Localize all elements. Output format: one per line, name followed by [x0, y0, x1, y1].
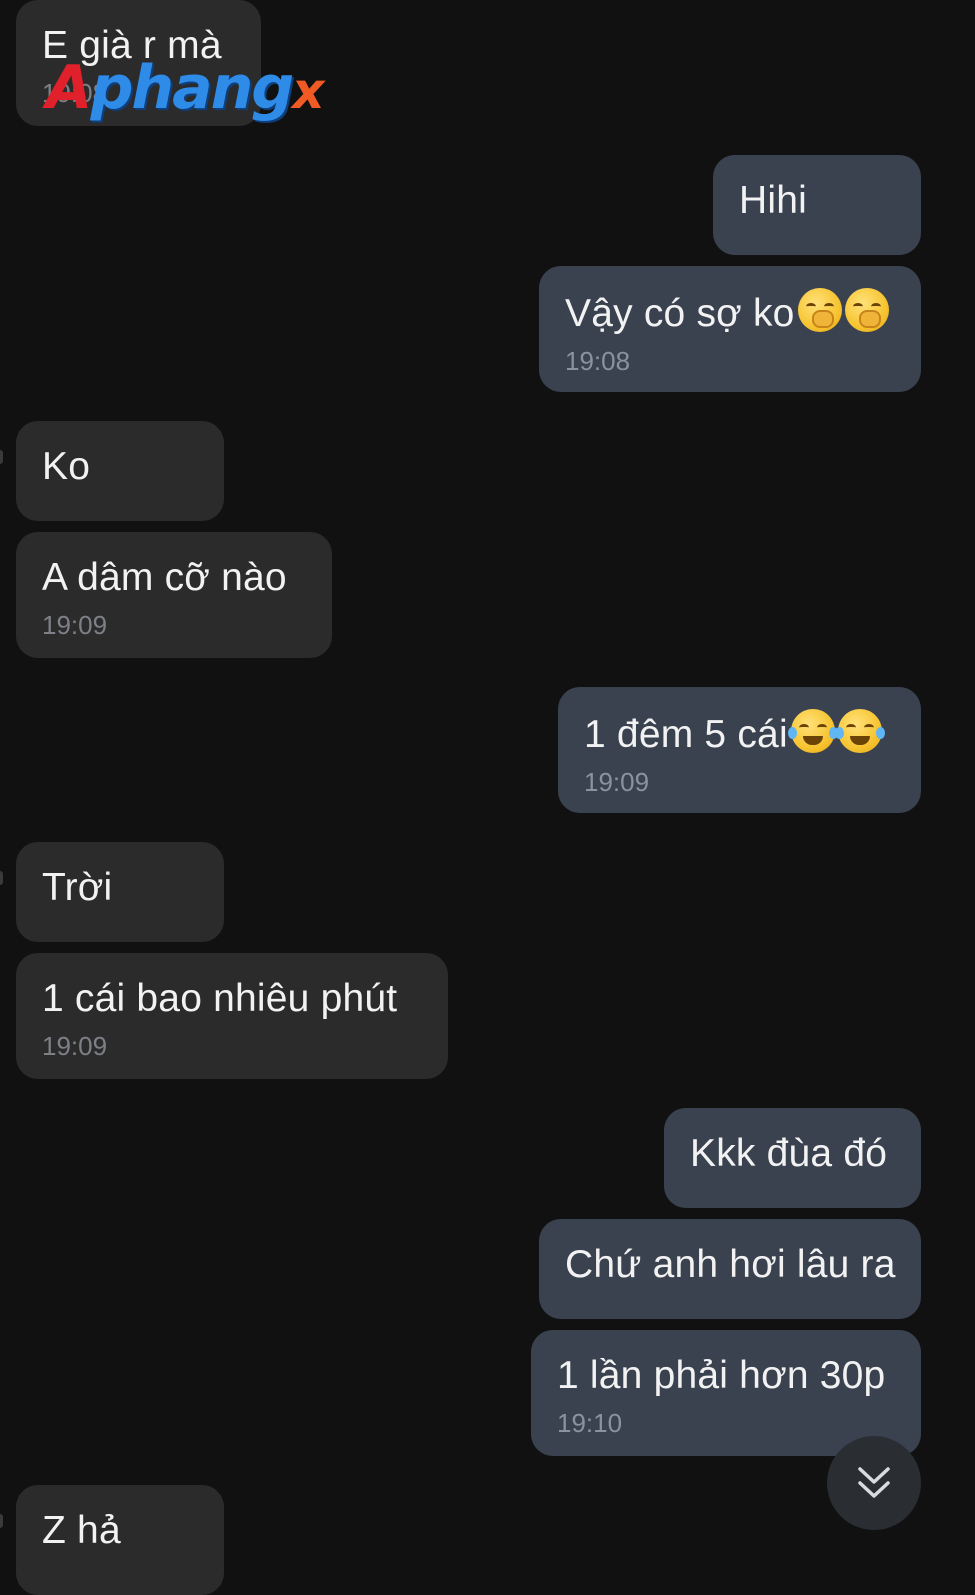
- message-text: Ko: [42, 445, 91, 488]
- message-text: A dâm cỡ nào: [42, 556, 287, 599]
- avatar-edge: [0, 1514, 3, 1528]
- message-text: Z hả: [42, 1509, 121, 1552]
- message-time: 19:09: [42, 610, 108, 640]
- double-chevron-down-icon: [858, 1467, 890, 1498]
- message-bubble-incoming[interactable]: 1 cái bao nhiêu phút 19:09: [16, 953, 448, 1079]
- message-bubble-outgoing[interactable]: Vậy có sợ ko 19:08: [539, 266, 921, 392]
- message-bubble-outgoing[interactable]: Chứ anh hơi lâu ra: [539, 1219, 921, 1319]
- rolling-on-the-floor-laughing-icon: [834, 709, 885, 753]
- watermark-logo: Aphangx: [46, 53, 325, 123]
- watermark-part: phang: [90, 53, 294, 123]
- watermark-part: x: [292, 62, 324, 120]
- rolling-on-the-floor-laughing-icon: [787, 709, 838, 753]
- message-text: 1 lần phải hơn 30p: [557, 1354, 886, 1397]
- watermark-part: A: [46, 53, 92, 123]
- message-time: 19:08: [565, 346, 631, 376]
- message-time: 19:09: [42, 1031, 108, 1061]
- message-bubble-incoming[interactable]: Ko: [16, 421, 224, 521]
- avatar-edge: [0, 450, 3, 464]
- message-text: Chứ anh hơi lâu ra: [565, 1243, 896, 1286]
- face-with-hand-over-mouth-icon: [797, 288, 842, 332]
- message-bubble-incoming[interactable]: Trời: [16, 842, 224, 942]
- message-text: Hihi: [739, 179, 807, 222]
- scroll-to-bottom-button[interactable]: [827, 1436, 921, 1530]
- message-text: 1 cái bao nhiêu phút: [42, 977, 398, 1020]
- message-bubble-outgoing[interactable]: Hihi: [713, 155, 921, 255]
- message-bubble-incoming[interactable]: A dâm cỡ nào 19:09: [16, 532, 332, 658]
- message-time: 19:10: [557, 1408, 623, 1438]
- message-text: Trời: [42, 866, 113, 909]
- message-text: Kkk đùa đó: [690, 1132, 888, 1175]
- message-text: Vậy có sợ ko: [565, 292, 795, 335]
- face-with-hand-over-mouth-icon: [844, 288, 889, 332]
- message-bubble-outgoing[interactable]: 1 đêm 5 cái 19:09: [558, 687, 921, 813]
- message-bubble-incoming[interactable]: Z hả: [16, 1485, 224, 1595]
- message-text: 1 đêm 5 cái: [584, 713, 788, 756]
- message-time: 19:09: [584, 767, 650, 797]
- message-bubble-outgoing[interactable]: Kkk đùa đó: [664, 1108, 921, 1208]
- chat-thread[interactable]: E già r mà 19:08 Aphangx Hihi Vậy có sợ …: [0, 0, 975, 1595]
- avatar-edge: [0, 871, 3, 885]
